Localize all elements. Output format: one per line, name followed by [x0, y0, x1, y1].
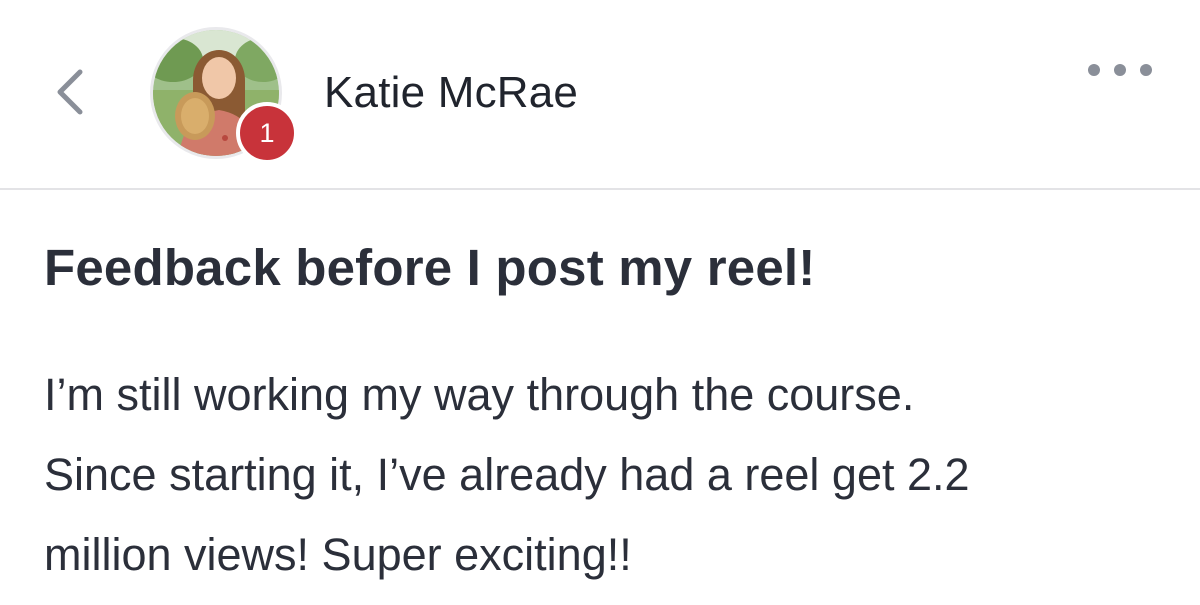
post-header: 1 Katie McRae — [0, 0, 1200, 190]
author-avatar[interactable]: 1 — [150, 27, 298, 164]
post-body-line: Since starting it, I’ve already had a re… — [44, 449, 970, 500]
post-body: I’m still working my way through the cou… — [44, 355, 1174, 595]
more-horizontal-icon — [1088, 64, 1100, 76]
more-dot — [1140, 64, 1152, 76]
post-title: Feedback before I post my reel! — [44, 239, 816, 296]
post-body-line: million views! Super exciting!! — [44, 529, 632, 580]
more-options-button[interactable] — [1088, 58, 1152, 82]
more-dot — [1114, 64, 1126, 76]
back-button[interactable] — [44, 62, 94, 122]
chevron-left-icon — [57, 69, 83, 115]
notification-badge: 1 — [236, 102, 298, 164]
post-body-line: I’m still working my way through the cou… — [44, 369, 915, 420]
author-name[interactable]: Katie McRae — [324, 68, 578, 118]
